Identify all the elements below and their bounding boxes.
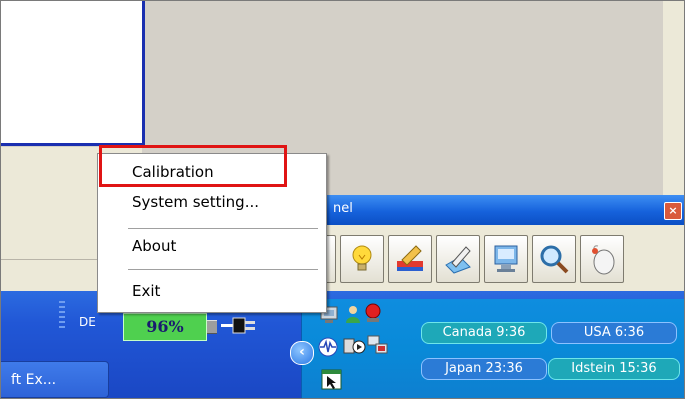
tool-button-bulb[interactable] [340, 235, 384, 283]
tool-button-magnifier[interactable] [532, 235, 576, 283]
white-window-pane [1, 1, 145, 146]
bulb-icon [352, 245, 372, 271]
user-icon[interactable] [344, 304, 362, 324]
clock-usa[interactable]: USA 6:36 [551, 322, 677, 344]
taskbar-window-button[interactable]: ft Ex... [1, 361, 109, 398]
menu-separator [128, 269, 318, 270]
monitor-icon [494, 245, 518, 272]
device-play-icon[interactable] [342, 335, 366, 357]
window-cursor-icon[interactable] [321, 369, 343, 391]
network-computers-icon[interactable] [367, 334, 389, 356]
panel-close-button[interactable]: × [664, 202, 682, 220]
power-plug-icon [221, 317, 255, 334]
menu-separator [128, 228, 318, 229]
signal-wave-icon[interactable] [316, 337, 340, 357]
menu-item-exit[interactable]: Exit [132, 282, 160, 300]
clock-japan[interactable]: Japan 23:36 [421, 358, 547, 380]
tool-panel: nel × [314, 195, 684, 295]
mouse-icon [592, 245, 615, 275]
magnifier-icon [540, 245, 569, 274]
panel-title: nel [333, 201, 353, 216]
taskbar-grip[interactable] [59, 301, 65, 331]
screenshot-frame: nel × DE 96% ft Ex... ‹ Canada 9:36 USA … [0, 0, 685, 399]
highlight-box [99, 145, 287, 187]
tool-button-eraser[interactable] [388, 235, 432, 283]
menu-item-system-setting[interactable]: System setting... [132, 193, 259, 211]
eraser-icon [397, 245, 423, 271]
clock-canada[interactable]: Canada 9:36 [421, 322, 547, 344]
battery-indicator[interactable]: 96% [123, 313, 207, 341]
tool-button-mouse[interactable] [580, 235, 624, 283]
battery-terminal [207, 320, 217, 334]
alarm-icon[interactable] [363, 302, 383, 324]
language-indicator[interactable]: DE [79, 315, 96, 329]
tray-expand-button[interactable]: ‹ [290, 341, 314, 365]
menu-item-about[interactable]: About [132, 237, 176, 255]
pen-icon [445, 246, 471, 274]
panel-toolbar [314, 225, 684, 295]
tool-button-pen[interactable] [436, 235, 480, 283]
clock-idstein[interactable]: Idstein 15:36 [548, 358, 680, 380]
panel-title-bar[interactable]: nel × [319, 195, 684, 225]
tool-button-monitor[interactable] [484, 235, 528, 283]
